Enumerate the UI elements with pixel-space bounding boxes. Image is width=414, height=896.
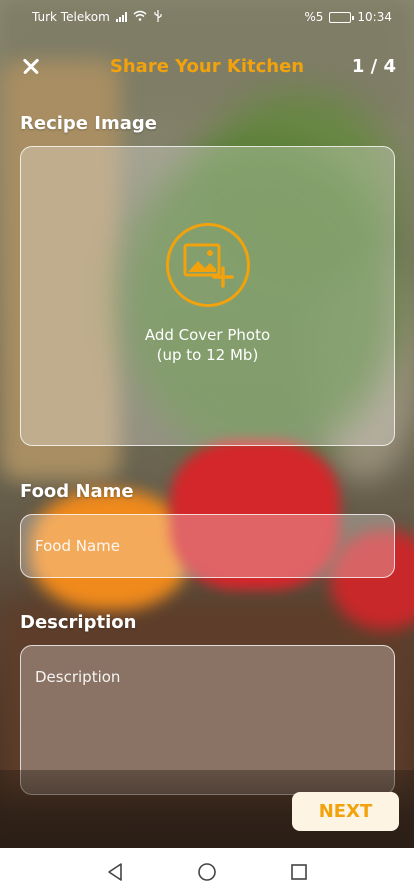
food-name-input[interactable]: Food Name <box>20 514 395 578</box>
status-bar: Turk Telekom %5 10:34 <box>0 0 414 34</box>
upload-size-limit: (up to 12 Mb) <box>156 346 259 364</box>
battery-percent: %5 <box>304 10 324 24</box>
next-button[interactable]: NEXT <box>292 792 399 831</box>
home-icon[interactable] <box>196 861 218 883</box>
food-name-placeholder: Food Name <box>35 537 120 555</box>
system-nav-bar <box>0 848 414 896</box>
food-name-label: Food Name <box>20 481 134 502</box>
close-icon[interactable] <box>18 52 46 80</box>
add-photo-icon <box>165 223 250 307</box>
step-indicator: 1 / 4 <box>351 55 396 77</box>
wifi-icon <box>133 10 147 24</box>
recent-apps-icon[interactable] <box>288 861 310 883</box>
description-label: Description <box>20 612 137 633</box>
app-header: Share Your Kitchen 1 / 4 <box>0 48 414 84</box>
upload-prompt: Add Cover Photo <box>144 326 271 344</box>
cover-photo-upload[interactable]: Add Cover Photo (up to 12 Mb) <box>20 146 395 446</box>
back-icon[interactable] <box>104 861 126 883</box>
recipe-image-label: Recipe Image <box>20 113 157 134</box>
battery-icon <box>329 11 355 23</box>
usb-icon <box>153 9 163 25</box>
carrier-name: Turk Telekom <box>32 10 110 24</box>
signal-icon <box>115 12 127 22</box>
description-placeholder: Description <box>35 668 121 686</box>
clock: 10:34 <box>357 10 392 24</box>
